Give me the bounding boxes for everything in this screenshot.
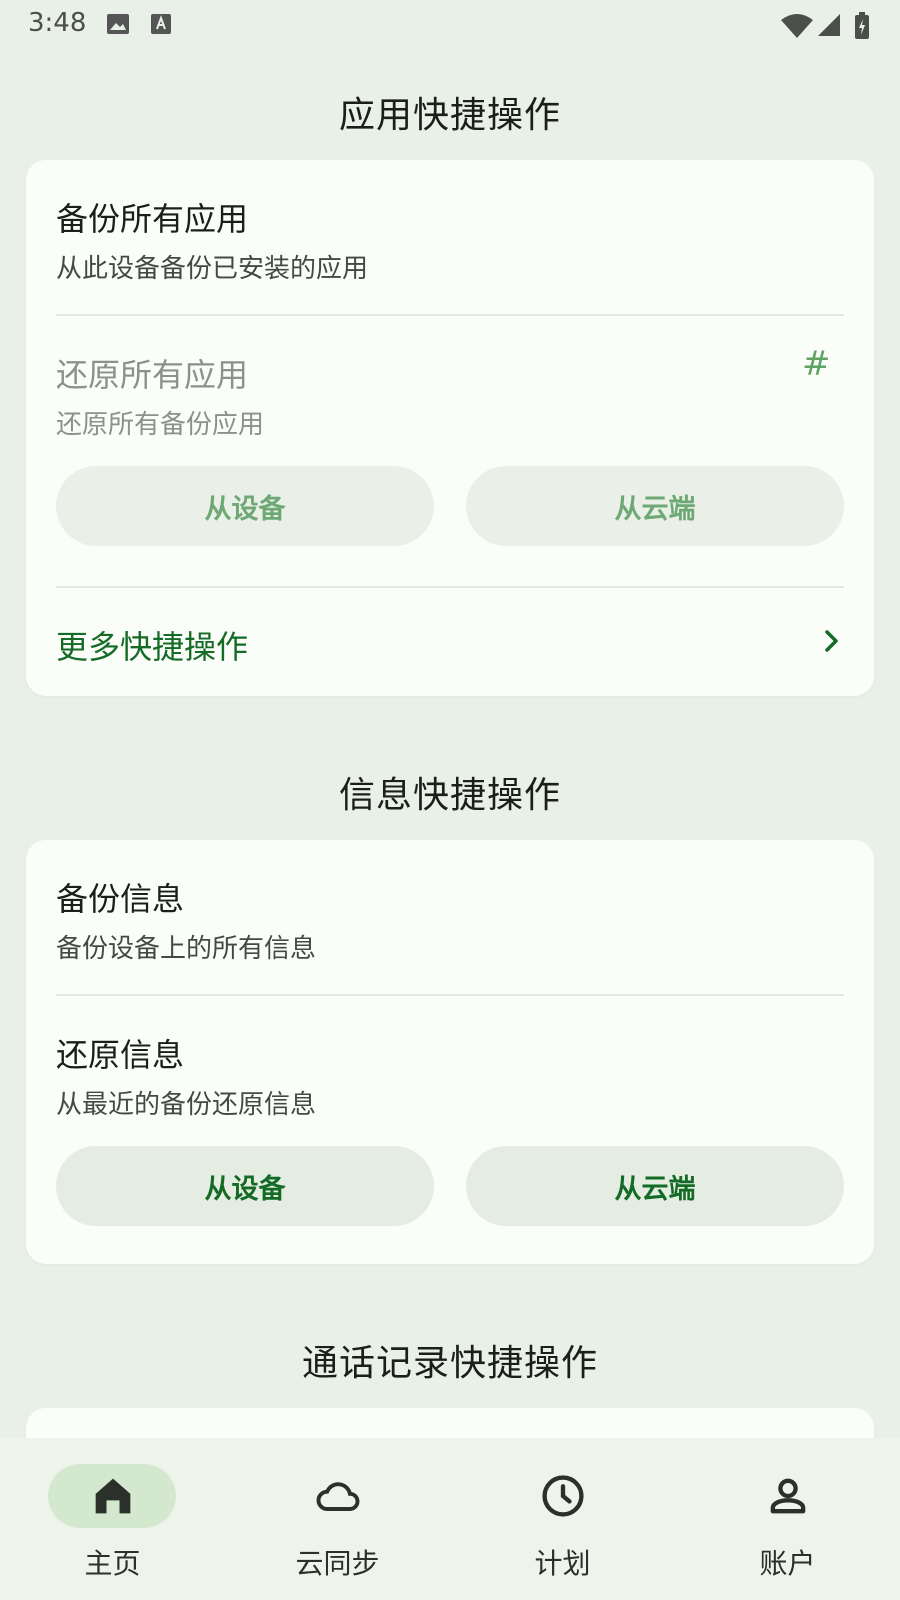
restore-messages-subtitle: 从最近的备份还原信息 [56,1090,317,1120]
restore-messages-from-cloud-button[interactable]: 从云端 [466,1146,844,1226]
divider [56,586,844,588]
nav-label-cloud-sync: 云同步 [295,1547,380,1580]
image-notification-icon [107,14,129,34]
nav-label-schedule: 计划 [534,1547,591,1580]
restore-apps-title: 还原所有应用 [56,356,249,394]
section-title-apps: 应用快捷操作 [338,95,561,136]
battery-icon [855,12,869,39]
restore-apps-from-cloud-button[interactable]: 从云端 [466,466,844,546]
backup-apps-subtitle: 从此设备备份已安装的应用 [56,254,369,284]
nav-item-cloud-sync[interactable]: 云同步 [225,1438,450,1600]
nav-item-schedule[interactable]: 计划 [450,1438,675,1600]
home-icon [95,1478,130,1514]
nav-label-home: 主页 [84,1547,141,1580]
chevron-right-icon [825,630,838,652]
nav-item-home[interactable]: 主页 [0,1438,225,1600]
apps-card: 备份所有应用 从此设备备份已安装的应用 还原所有应用 还原所有备份应用 # 从设… [26,160,874,696]
wifi-icon [781,14,813,38]
divider [56,314,844,316]
hash-icon: # [802,344,831,384]
cloud-icon [316,1482,359,1511]
status-time: 3:48 [28,8,87,38]
restore-apps-subtitle: 还原所有备份应用 [56,410,265,440]
restore-messages-title: 还原信息 [56,1036,185,1074]
nav-item-account[interactable]: 账户 [675,1438,900,1600]
restore-apps-from-device-button[interactable]: 从设备 [56,466,434,546]
more-quick-actions-label: 更多快捷操作 [56,628,249,666]
divider [56,994,844,996]
section-title-calls: 通话记录快捷操作 [301,1343,598,1384]
more-quick-actions-row[interactable]: 更多快捷操作 [56,612,846,672]
bottom-navigation: 主页 云同步 计划 账户 [0,1438,900,1600]
person-icon [770,1478,805,1514]
text-notification-icon [151,14,171,34]
restore-messages-from-device-button[interactable]: 从设备 [56,1146,434,1226]
status-bar: 3:48 [0,0,900,50]
clock-icon [541,1475,584,1517]
backup-messages-subtitle: 备份设备上的所有信息 [56,934,317,964]
section-title-messages: 信息快捷操作 [338,775,561,816]
nav-label-account: 账户 [759,1547,816,1580]
messages-card: 备份信息 备份设备上的所有信息 还原信息 从最近的备份还原信息 从设备 从云端 [26,840,874,1264]
backup-messages-title: 备份信息 [56,880,185,918]
signal-icon [818,14,840,36]
backup-apps-title: 备份所有应用 [56,200,249,238]
